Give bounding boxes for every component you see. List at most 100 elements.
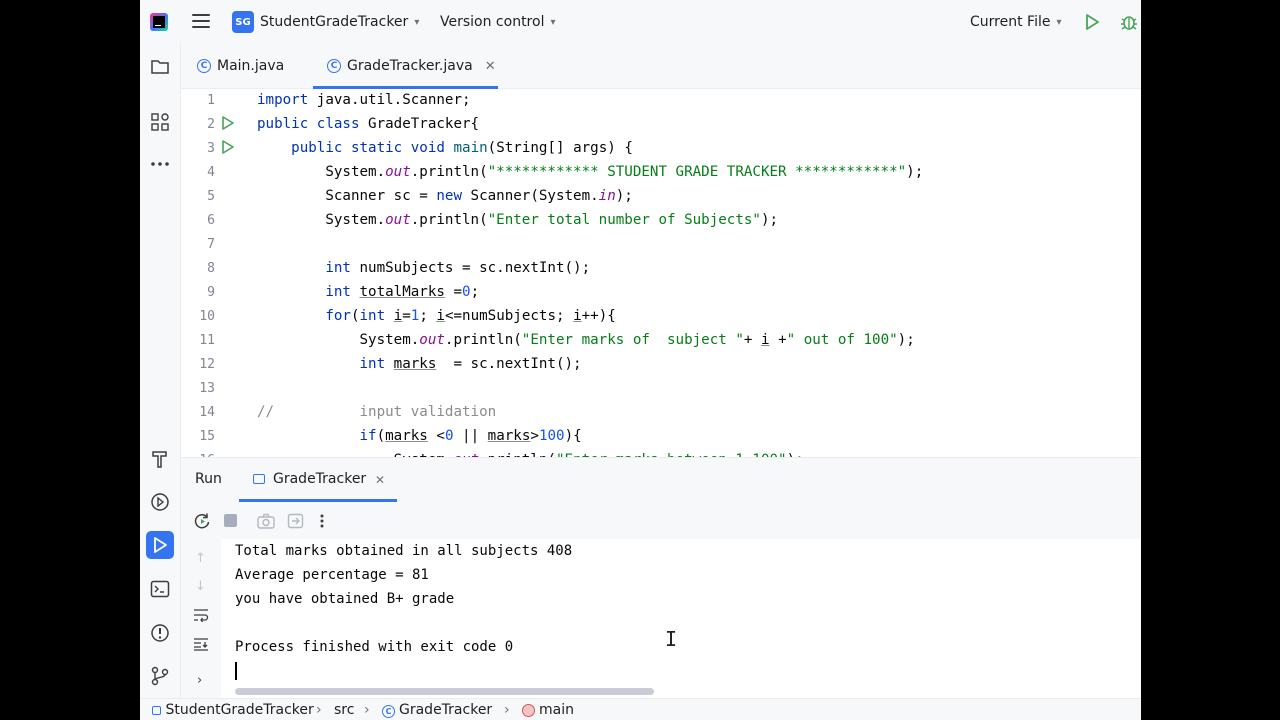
method-icon (522, 703, 535, 717)
module-icon (152, 705, 161, 715)
editor-tabs: C Main.java C GradeTracker.java ✕ (181, 44, 1141, 89)
console-line: you have obtained B+ grade (235, 591, 455, 607)
chevron-down-icon: ▾ (414, 16, 420, 28)
close-tab-icon[interactable]: ✕ (375, 473, 385, 487)
chevron-right-icon[interactable]: › (197, 673, 202, 688)
breadcrumb-project-label: StudentGradeTracker (165, 702, 314, 718)
breadcrumb-src[interactable]: src (334, 702, 354, 718)
line-number: 14 (199, 405, 215, 420)
line-number: 5 (207, 189, 215, 204)
code-editor[interactable]: 1 2 3 4 5 6 7 8 9 10 11 12 13 14 15 16 i… (181, 89, 1141, 457)
run-title: Run (195, 471, 222, 487)
line-number: 4 (207, 165, 215, 180)
ide-window: SG StudentGradeTracker ▾ Version control… (140, 0, 1141, 720)
run-tab-label: GradeTracker (273, 471, 367, 487)
scroll-to-end-icon[interactable] (193, 636, 209, 655)
chevron-right-icon: › (504, 702, 510, 718)
stop-icon[interactable] (224, 514, 237, 527)
project-badge: SG (232, 11, 254, 33)
more-options-icon[interactable] (319, 513, 325, 533)
breadcrumb-class[interactable]: C GradeTracker (382, 702, 492, 718)
arrow-up-icon[interactable]: ↑ (195, 551, 206, 566)
line-number: 10 (199, 309, 215, 324)
more-tools-icon[interactable] (146, 150, 174, 178)
rerun-icon[interactable] (193, 512, 211, 534)
line-number: 7 (207, 237, 215, 252)
title-bar: SG StudentGradeTracker ▾ Version control… (140, 0, 1141, 45)
run-icon (1086, 14, 1099, 30)
code-line: if(marks <0 || marks>100){ (359, 428, 582, 444)
project-folder-icon[interactable] (146, 53, 174, 81)
project-selector[interactable]: SG StudentGradeTracker ▾ (232, 0, 419, 44)
code-line: System.out.println("************ STUDENT… (257, 164, 924, 180)
chevron-right-icon: › (364, 702, 370, 718)
line-number: 13 (199, 381, 215, 396)
run-toolbar (181, 502, 1141, 541)
terminal-icon[interactable] (146, 575, 174, 603)
git-icon[interactable] (146, 662, 174, 690)
soft-wrap-icon[interactable] (193, 607, 209, 626)
line-number: 9 (207, 285, 215, 300)
tab-gradetracker-java[interactable]: C GradeTracker.java ✕ (313, 44, 498, 89)
run-gutter-icon[interactable] (221, 116, 235, 134)
class-icon: C (327, 59, 341, 73)
services-icon[interactable] (146, 488, 174, 516)
debug-icon (1121, 16, 1137, 30)
structure-icon[interactable] (146, 108, 174, 136)
status-bar-breadcrumbs: StudentGradeTracker › src › C GradeTracke… (140, 698, 1141, 720)
line-number: 11 (199, 333, 215, 348)
code-line: // input validation (257, 404, 497, 420)
code-line: Scanner sc = new Scanner(System.in); (257, 188, 633, 204)
breadcrumb-method[interactable]: main (522, 702, 574, 718)
arrow-down-icon[interactable]: ↓ (195, 579, 206, 594)
code-line: import java.util.Scanner; (257, 92, 471, 108)
chevron-down-icon: ▾ (1056, 16, 1062, 28)
code-line: int marks = sc.nextInt(); (359, 356, 582, 372)
camera-icon[interactable] (257, 513, 275, 533)
breadcrumb-project[interactable]: StudentGradeTracker (152, 702, 314, 718)
run-gutter-icon[interactable] (221, 140, 235, 158)
breadcrumb-method-label: main (539, 702, 574, 718)
close-tab-icon[interactable]: ✕ (485, 59, 496, 74)
line-number: 1 (207, 93, 215, 108)
mouse-ibeam-cursor: I (665, 627, 678, 651)
line-number: 15 (199, 429, 215, 444)
console-gutter: ↑ ↓ › (181, 539, 221, 698)
class-icon: C (382, 705, 395, 718)
console-icon (253, 474, 265, 484)
run-config-label: Current File (970, 14, 1051, 30)
main-menu-icon[interactable] (192, 14, 210, 32)
debug-button[interactable] (1120, 0, 1138, 44)
console-line: Total marks obtained in all subjects 408 (235, 543, 573, 559)
console-output[interactable]: ↑ ↓ › Total marks obtained in all subjec… (181, 539, 1141, 698)
tab-label: Main.java (217, 58, 285, 74)
chevron-down-icon: ▾ (550, 16, 556, 28)
horizontal-scrollbar[interactable] (235, 688, 654, 695)
build-hammer-icon[interactable] (146, 445, 174, 473)
run-tool-icon[interactable] (146, 531, 174, 559)
code-line: int numSubjects = sc.nextInt(); (325, 260, 591, 276)
line-number: 12 (199, 357, 215, 372)
class-icon: C (197, 59, 211, 73)
code-line: public class GradeTracker{ (257, 116, 480, 132)
exit-icon[interactable] (287, 513, 305, 533)
line-number: 8 (207, 261, 215, 276)
run-config-selector[interactable]: Current File ▾ (970, 0, 1062, 44)
problems-icon[interactable] (146, 619, 174, 647)
chevron-right-icon: › (316, 702, 322, 718)
run-header: Run GradeTracker ✕ (181, 458, 1141, 502)
code-line: for(int i=1; i<=numSubjects; i++){ (325, 308, 616, 324)
code-line: System.out.println("Enter marks of subje… (257, 332, 915, 348)
tab-main-java[interactable]: C Main.java (197, 44, 284, 88)
run-tab-gradetracker[interactable]: GradeTracker ✕ (239, 458, 397, 502)
run-button[interactable] (1084, 0, 1100, 44)
line-number: 2 (207, 117, 215, 132)
code-line: public static void main(String[] args) { (291, 140, 633, 156)
text-caret (235, 662, 237, 680)
intellij-logo-icon[interactable] (150, 13, 168, 31)
breadcrumb-class-label: GradeTracker (399, 702, 493, 718)
tool-window-bar (140, 44, 181, 720)
line-number: 3 (207, 141, 215, 156)
version-control-menu[interactable]: Version control ▾ (440, 0, 556, 44)
line-number: 6 (207, 213, 215, 228)
